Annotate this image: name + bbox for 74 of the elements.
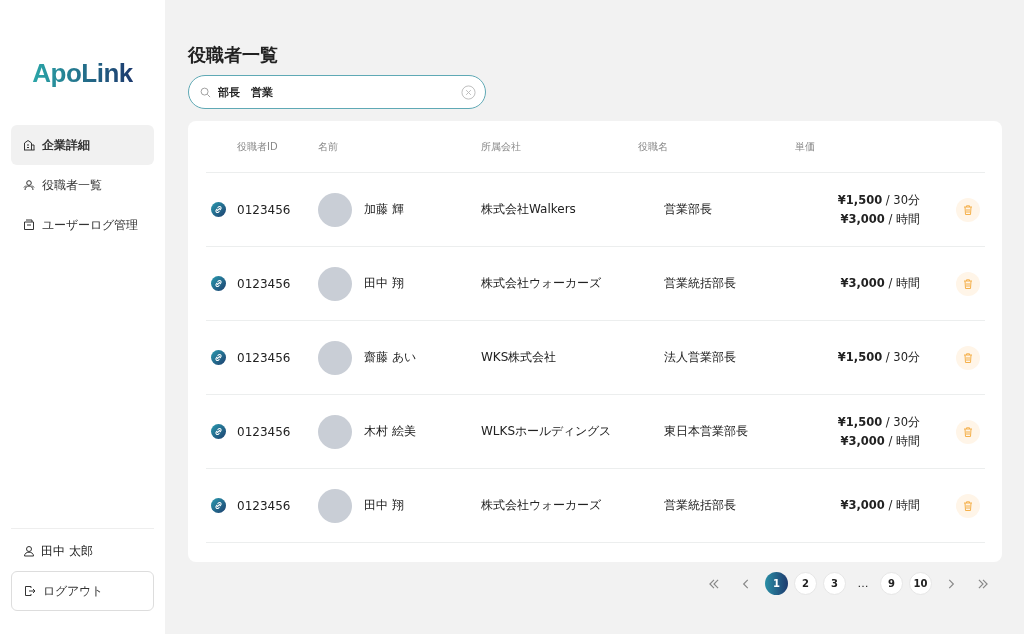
table-cell-text: 株式会社Walkers bbox=[481, 201, 577, 218]
logout-button[interactable]: ログアウト bbox=[11, 571, 154, 611]
delete-button[interactable] bbox=[956, 271, 980, 296]
trash-icon bbox=[962, 351, 974, 364]
page-button[interactable]: 10 bbox=[909, 572, 932, 595]
logout-icon bbox=[24, 585, 36, 597]
user-icon bbox=[23, 545, 35, 557]
nav-item[interactable]: ユーザーログ管理 bbox=[11, 205, 154, 245]
search-icon bbox=[200, 86, 211, 98]
table-cell-text: 営業部長 bbox=[663, 201, 713, 218]
delete-button[interactable] bbox=[956, 345, 980, 370]
column-header: 名前 bbox=[318, 139, 339, 154]
delete-button[interactable] bbox=[956, 419, 980, 444]
link-icon[interactable] bbox=[211, 276, 226, 291]
page-button[interactable]: 1 bbox=[765, 572, 788, 595]
price-text: ¥1,500 / 30分 bbox=[837, 192, 920, 208]
table-cell-text: 0123456 bbox=[237, 350, 292, 365]
table-cell-text: 0123456 bbox=[237, 202, 292, 217]
page-ellipsis: … bbox=[856, 577, 870, 590]
page-title: 役職者一覧 bbox=[188, 43, 279, 67]
building-icon bbox=[23, 139, 35, 151]
avatar-photo-placeholder bbox=[318, 488, 352, 523]
trash-icon bbox=[962, 499, 974, 512]
price-text: ¥1,500 / 30分 bbox=[837, 350, 920, 365]
column-header: 役職者ID bbox=[237, 139, 279, 154]
price-text: ¥3,000 / 時間 bbox=[840, 498, 920, 513]
table-cell: 田中 翔 bbox=[364, 275, 404, 292]
search-field[interactable]: 部長 営業 bbox=[188, 75, 486, 109]
price-text: ¥3,000 / 時間 bbox=[840, 276, 920, 291]
trash-icon bbox=[962, 425, 974, 438]
table-cell-text: 法人営業部長 bbox=[663, 349, 737, 366]
table-cell: 木村 絵美 bbox=[364, 423, 416, 440]
table-cell-text: 0123456 bbox=[237, 276, 292, 291]
last-page-icon[interactable] bbox=[976, 576, 990, 591]
table-cell-text: 株式会社ウォーカーズ bbox=[481, 275, 602, 292]
link-icon[interactable] bbox=[211, 498, 226, 513]
avatar-photo-placeholder bbox=[318, 266, 352, 301]
first-page-icon[interactable] bbox=[707, 576, 721, 591]
delete-button[interactable] bbox=[956, 493, 980, 518]
table-cell: 齋藤 あい bbox=[364, 349, 416, 366]
price-text: ¥1,500 / 30分 bbox=[837, 414, 920, 430]
table-cell-text: WKS株式会社 bbox=[481, 349, 558, 366]
delete-button[interactable] bbox=[956, 197, 980, 222]
user-name: 田中 太郎 bbox=[41, 542, 93, 560]
table-cell: 田中 翔 bbox=[364, 497, 404, 514]
price-text: ¥3,000 / 時間 bbox=[840, 211, 920, 227]
table-cell-text: 株式会社ウォーカーズ bbox=[481, 497, 602, 514]
column-header: 役職名 bbox=[638, 139, 669, 154]
nav-item[interactable]: 役職者一覧 bbox=[11, 165, 154, 205]
column-header: 単価 bbox=[795, 139, 816, 154]
page-button[interactable]: 9 bbox=[880, 572, 903, 595]
table-cell-text: 東日本営業部長 bbox=[663, 423, 749, 440]
table-cell: 加藤 輝 bbox=[364, 201, 404, 218]
table-cell-text: 営業統括部長 bbox=[663, 497, 737, 514]
avatar-photo-placeholder bbox=[318, 192, 352, 227]
link-icon[interactable] bbox=[211, 424, 226, 439]
column-header: 所属会社 bbox=[481, 139, 522, 154]
avatar-photo-placeholder bbox=[318, 340, 352, 375]
page-button[interactable]: 3 bbox=[823, 572, 846, 595]
table-cell-text: 0123456 bbox=[237, 498, 292, 513]
table-cell-text: WLKSホールディングス bbox=[481, 423, 613, 440]
table-cell-text: 0123456 bbox=[237, 424, 292, 439]
folder-icon bbox=[23, 219, 35, 231]
table-cell-text: 営業統括部長 bbox=[663, 275, 737, 292]
avatar-photo-placeholder bbox=[318, 414, 352, 449]
price-text: ¥3,000 / 時間 bbox=[840, 433, 920, 449]
user-group-icon bbox=[23, 179, 35, 191]
trash-icon bbox=[962, 203, 974, 216]
link-icon[interactable] bbox=[211, 350, 226, 365]
trash-icon bbox=[962, 277, 974, 290]
page-button[interactable]: 2 bbox=[794, 572, 817, 595]
nav-item[interactable]: 企業詳細 bbox=[11, 125, 154, 165]
clear-icon[interactable] bbox=[461, 84, 476, 100]
link-icon[interactable] bbox=[211, 202, 226, 217]
